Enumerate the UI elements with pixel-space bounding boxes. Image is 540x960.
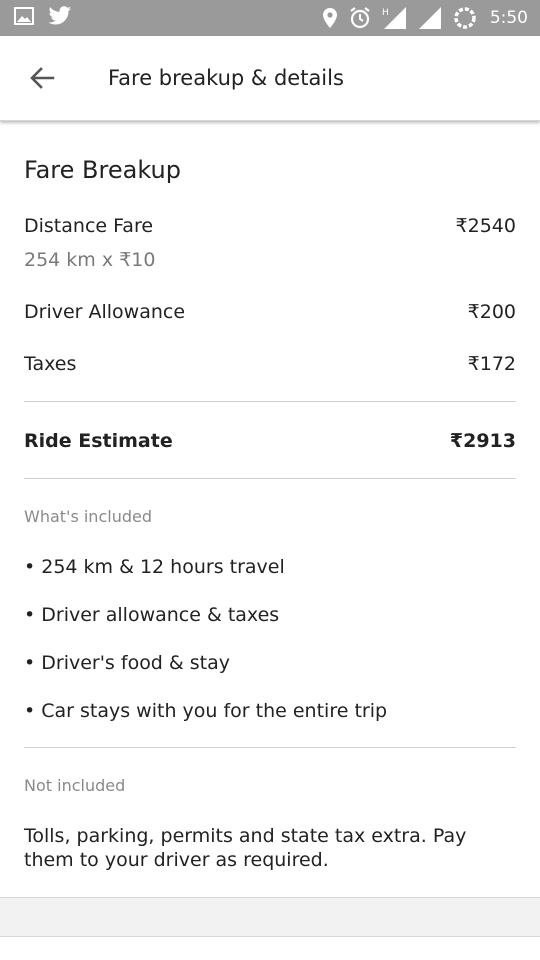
driver-allowance-amount: ₹200 [467,301,516,323]
back-button[interactable] [26,62,58,94]
not-included-title: Not included [24,776,126,795]
divider [24,401,516,402]
page-title: Fare breakup & details [108,66,344,90]
alarm-icon [348,6,372,30]
taxes-amount: ₹172 [467,353,516,375]
footer-band [0,897,540,937]
ride-estimate-amount: ₹2913 [449,430,516,452]
distance-fare-amount: ₹2540 [455,215,516,237]
arrow-left-icon [26,62,58,94]
distance-fare-detail: 254 km x ₹10 [24,249,156,271]
app-bar: Fare breakup & details [0,36,540,121]
divider [24,747,516,748]
distance-fare-label: Distance Fare [24,215,154,237]
fare-breakup-title: Fare Breakup [24,156,181,184]
included-item: • 254 km & 12 hours travel [24,556,285,578]
signal-icon [418,6,442,30]
included-item: • Driver allowance & taxes [24,604,280,626]
whats-included-title: What's included [24,507,152,526]
ride-estimate-label: Ride Estimate [24,430,173,452]
battery-loading-icon [452,5,478,31]
driver-allowance-label: Driver Allowance [24,301,186,323]
status-bar: H 5:50 [0,0,540,36]
included-item: • Car stays with you for the entire trip [24,700,388,722]
divider [24,478,516,479]
svg-text:H: H [382,8,389,18]
not-included-text: Tolls, parking, permits and state tax ex… [24,825,467,871]
status-time: 5:50 [489,8,528,28]
included-item: • Driver's food & stay [24,652,231,674]
twitter-icon [48,6,72,26]
image-icon [14,6,34,26]
signal-h-icon: H [382,6,408,30]
taxes-label: Taxes [24,353,77,375]
location-icon [322,7,338,29]
